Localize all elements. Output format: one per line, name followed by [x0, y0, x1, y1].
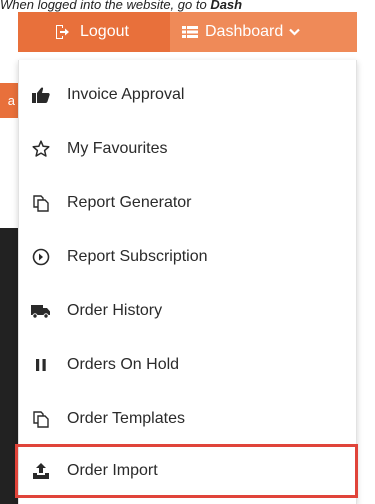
pause-icon: [31, 355, 51, 375]
logout-label: Logout: [80, 23, 129, 40]
page: When logged into the website, go to Dash…: [0, 0, 375, 504]
truck-icon: [31, 301, 51, 321]
menu-item-label: Order Import: [67, 462, 158, 479]
dashboard-label: Dashboard: [205, 23, 284, 40]
caption-text: When logged into the website, go to: [0, 0, 211, 12]
menu-item-order-templates[interactable]: Order Templates: [19, 392, 356, 446]
dashboard-dropdown-menu: Invoice Approval My Favourites Report Ge…: [15, 60, 358, 504]
background-fragment: a: [0, 83, 18, 118]
list-icon: [182, 25, 198, 39]
logout-button[interactable]: Logout: [54, 12, 129, 52]
chevron-down-icon: [289, 28, 301, 36]
menu-item-invoice-approval[interactable]: Invoice Approval: [19, 68, 356, 122]
top-navigation-bar: Logout Dashboard: [18, 12, 357, 52]
copy-icon: [31, 193, 51, 213]
circle-arrow-icon: [31, 247, 51, 267]
menu-item-label: Report Subscription: [67, 248, 208, 265]
menu-item-report-subscription[interactable]: Report Subscription: [19, 230, 356, 284]
menu-item-orders-on-hold[interactable]: Orders On Hold: [19, 338, 356, 392]
menu-item-order-history[interactable]: Order History: [19, 284, 356, 338]
menu-item-report-generator[interactable]: Report Generator: [19, 176, 356, 230]
copy-icon: [31, 409, 51, 429]
menu-item-label: My Favourites: [67, 140, 168, 157]
dashboard-dropdown-button[interactable]: Dashboard: [170, 12, 357, 52]
caption-bold-text: Dash: [210, 0, 243, 12]
upload-icon: [31, 461, 51, 481]
menu-item-label: Invoice Approval: [67, 86, 185, 103]
menu-item-label: Orders On Hold: [67, 356, 180, 373]
menu-item-label: Order History: [67, 302, 163, 319]
menu-item-order-import[interactable]: Order Import: [15, 444, 358, 498]
star-outline-icon: [31, 139, 51, 159]
menu-item-my-favourites[interactable]: My Favourites: [19, 122, 356, 176]
menu-item-label: Order Templates: [67, 410, 185, 427]
thumbs-up-icon: [31, 85, 51, 105]
background-fragment-text: a: [7, 93, 15, 108]
logout-icon: [54, 24, 70, 40]
menu-item-label: Report Generator: [67, 194, 192, 211]
